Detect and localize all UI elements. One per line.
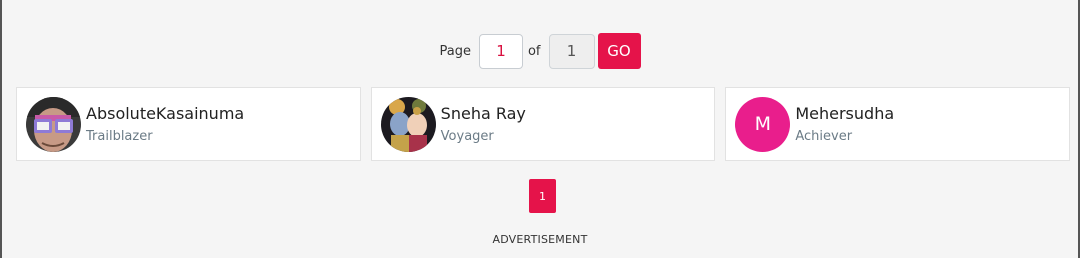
advertisement-label: ADVERTISEMENT: [492, 233, 588, 246]
user-card[interactable]: M Mehersudha Achiever: [725, 87, 1071, 161]
page-jump-control: Page of 1 GO: [0, 33, 1080, 69]
avatar[interactable]: [380, 96, 436, 152]
user-card-list: AbsoluteKasainuma Trailblazer Sneha Ray …: [16, 87, 1071, 161]
pagination-page-1[interactable]: 1: [529, 179, 556, 213]
user-name[interactable]: Sneha Ray: [441, 104, 526, 124]
user-rank: Achiever: [795, 128, 853, 144]
user-name[interactable]: AbsoluteKasainuma: [86, 104, 244, 124]
total-pages-field: 1: [548, 33, 595, 69]
user-card[interactable]: Sneha Ray Voyager: [370, 87, 716, 161]
avatar[interactable]: [26, 96, 81, 152]
user-card[interactable]: AbsoluteKasainuma Trailblazer: [16, 87, 361, 161]
user-rank: Voyager: [440, 128, 494, 144]
avatar-letter[interactable]: M: [735, 96, 791, 152]
go-button[interactable]: GO: [597, 33, 641, 69]
user-rank: Trailblazer: [86, 128, 153, 144]
avatar-photo-man-sunglasses: [26, 96, 81, 152]
of-label: of: [527, 43, 541, 59]
page-label: Page: [439, 43, 471, 59]
avatar-photo-couple-illustration: [380, 96, 436, 152]
user-name[interactable]: Mehersudha: [795, 104, 894, 124]
page-number-input[interactable]: [478, 33, 523, 69]
